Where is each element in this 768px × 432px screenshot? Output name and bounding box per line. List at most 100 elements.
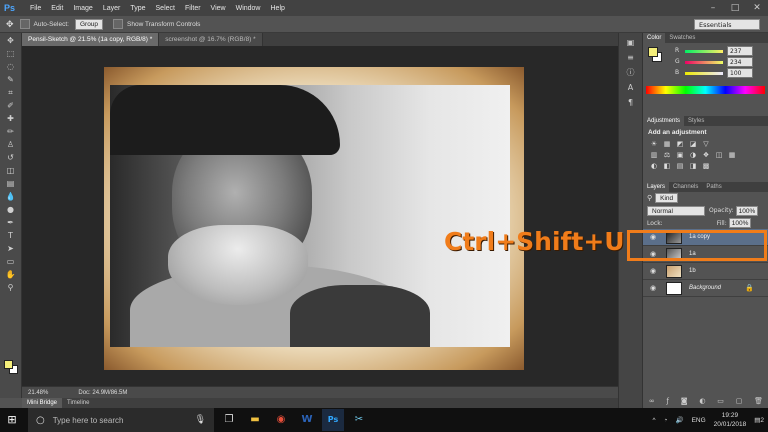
menu-view[interactable]: View (211, 5, 226, 12)
new-layer-icon[interactable]: ▢ (736, 397, 743, 405)
menu-layer[interactable]: Layer (103, 5, 121, 12)
notification-icon[interactable]: ▤2 (754, 416, 764, 424)
auto-select-checkbox[interactable] (19, 19, 30, 29)
slider-red-track[interactable] (685, 50, 723, 53)
marquee-icon[interactable]: ⬚ (4, 49, 18, 59)
tab-paths[interactable]: Paths (702, 182, 725, 192)
language-indicator[interactable]: ENG (692, 417, 706, 424)
maximize-button[interactable]: □ (724, 0, 746, 16)
tab-mini-bridge[interactable]: Mini Bridge (22, 398, 63, 408)
color-lookup-icon[interactable]: ◫ (714, 151, 724, 160)
doc-size[interactable]: Doc: 24.9M/86.5M (78, 390, 127, 396)
tab-color[interactable]: Color (643, 33, 666, 43)
photo-filter-icon[interactable]: ◑ (688, 151, 698, 160)
layer-row-background[interactable]: ◉ Background 🔒 (643, 280, 768, 297)
paragraph-icon[interactable]: ¶ (624, 98, 638, 108)
healing-brush-icon[interactable]: ✚ (4, 114, 18, 124)
history-icon[interactable]: ▣ (624, 38, 638, 48)
tab-swatches[interactable]: Swatches (665, 33, 699, 43)
photoshop-taskbar-icon[interactable]: Ps (322, 409, 344, 431)
tab-pensil-sketch[interactable]: Pensil-Sketch @ 21.5% (1a copy, RGB/8) * (22, 33, 160, 46)
clock[interactable]: 19:29 20/01/2018 (714, 411, 747, 429)
auto-select-dropdown[interactable]: Group (74, 18, 104, 30)
shadows-highlights-icon[interactable]: ▩ (701, 162, 711, 171)
blend-mode-dropdown[interactable]: Normal (647, 205, 705, 216)
posterize-icon[interactable]: ◐ (649, 162, 659, 171)
snipping-tool-icon[interactable]: ✂ (348, 409, 370, 431)
path-select-icon[interactable]: ➤ (4, 244, 18, 254)
slider-green-value[interactable]: 234 (727, 57, 753, 67)
trash-icon[interactable]: 🗑 (754, 397, 763, 405)
zoom-level[interactable]: 21.48% (28, 390, 48, 396)
windows-start-icon[interactable]: ⊞ (0, 408, 24, 432)
slider-green[interactable]: G 234 (643, 57, 768, 68)
minimize-button[interactable]: – (702, 0, 724, 16)
tab-timeline[interactable]: Timeline (62, 398, 94, 408)
dodge-icon[interactable]: ● (4, 205, 18, 215)
volume-icon[interactable]: 🔊 (675, 416, 683, 424)
pen-icon[interactable]: ✒ (4, 218, 18, 228)
move-icon[interactable]: ✥ (4, 36, 18, 46)
lasso-icon[interactable]: ◌ (4, 62, 18, 72)
wifi-icon[interactable]: ◔ (664, 417, 668, 424)
tab-layers[interactable]: Layers (643, 182, 670, 192)
slider-red-value[interactable]: 237 (727, 46, 753, 56)
microphone-icon[interactable]: 🎙 (195, 415, 206, 425)
adjustment-layer-icon[interactable]: ◐ (699, 397, 705, 405)
tab-styles[interactable]: Styles (684, 116, 708, 126)
quick-select-icon[interactable]: ✎ (4, 75, 18, 85)
task-view-icon[interactable]: ❐ (218, 409, 240, 431)
character-icon[interactable]: A (624, 83, 638, 93)
mask-icon[interactable]: ◙ (681, 397, 688, 405)
chrome-icon[interactable]: ◉ (270, 409, 292, 431)
move-tool-icon[interactable]: ✥ (6, 19, 14, 30)
fx-icon[interactable]: ƒ (667, 397, 669, 405)
brush-icon[interactable]: ✏ (4, 127, 18, 137)
blur-icon[interactable]: 💧 (4, 192, 18, 202)
eraser-icon[interactable]: ◫ (4, 166, 18, 176)
brightness-icon[interactable]: ☀ (649, 140, 659, 149)
visibility-eye-icon[interactable]: ◉ (648, 284, 658, 292)
properties-icon[interactable]: ≡ (624, 53, 638, 63)
menu-help[interactable]: Help (271, 5, 285, 12)
black-white-icon[interactable]: ▣ (675, 151, 685, 160)
menu-file[interactable]: File (30, 5, 41, 12)
info-icon[interactable]: ⓘ (624, 68, 638, 78)
color-balance-icon[interactable]: ⚖ (662, 151, 672, 160)
type-icon[interactable]: T (4, 231, 18, 241)
exposure-icon[interactable]: ◪ (688, 140, 698, 149)
hand-icon[interactable]: ✋ (4, 270, 18, 280)
invert-icon[interactable]: ▦ (727, 151, 737, 160)
color-spectrum-bar[interactable] (646, 86, 765, 94)
slider-red[interactable]: R 237 (643, 46, 768, 57)
tab-screenshot[interactable]: screenshot @ 16.7% (RGB/8) * (159, 33, 263, 46)
menu-type[interactable]: Type (130, 5, 145, 12)
clone-stamp-icon[interactable]: ♙ (4, 140, 18, 150)
crop-icon[interactable]: ⌗ (4, 88, 18, 98)
history-brush-icon[interactable]: ↺ (4, 153, 18, 163)
tab-channels[interactable]: Channels (669, 182, 702, 192)
menu-edit[interactable]: Edit (51, 5, 63, 12)
channel-mixer-icon[interactable]: ❖ (701, 151, 711, 160)
foreground-color-swatch[interactable] (4, 360, 13, 369)
link-icon[interactable]: ∞ (649, 397, 655, 405)
layer-kind-filter[interactable]: Kind (655, 193, 679, 203)
threshold-icon[interactable]: ◧ (662, 162, 672, 171)
visibility-eye-icon[interactable]: ◉ (648, 267, 658, 275)
taskbar-search[interactable]: ○ Type here to search 🎙 (28, 408, 214, 432)
slider-blue-value[interactable]: 100 (727, 68, 753, 78)
rectangle-icon[interactable]: ▭ (4, 257, 18, 267)
tray-chevron-icon[interactable]: ^ (652, 417, 655, 424)
color-panel-fg-swatch[interactable] (648, 47, 658, 57)
word-icon[interactable]: W (296, 409, 318, 431)
eyedropper-icon[interactable]: ✐ (4, 101, 18, 111)
workspace-dropdown[interactable]: Essentials (694, 19, 760, 30)
slider-green-track[interactable] (685, 61, 723, 64)
menu-window[interactable]: Window (236, 5, 261, 12)
vibrance-icon[interactable]: ▽ (701, 140, 711, 149)
slider-blue-track[interactable] (685, 72, 723, 75)
fill-field[interactable]: 100% (728, 218, 752, 228)
opacity-field[interactable]: 100% (735, 205, 759, 216)
gradient-icon[interactable]: ▤ (4, 179, 18, 189)
close-button[interactable]: ✕ (746, 0, 768, 16)
